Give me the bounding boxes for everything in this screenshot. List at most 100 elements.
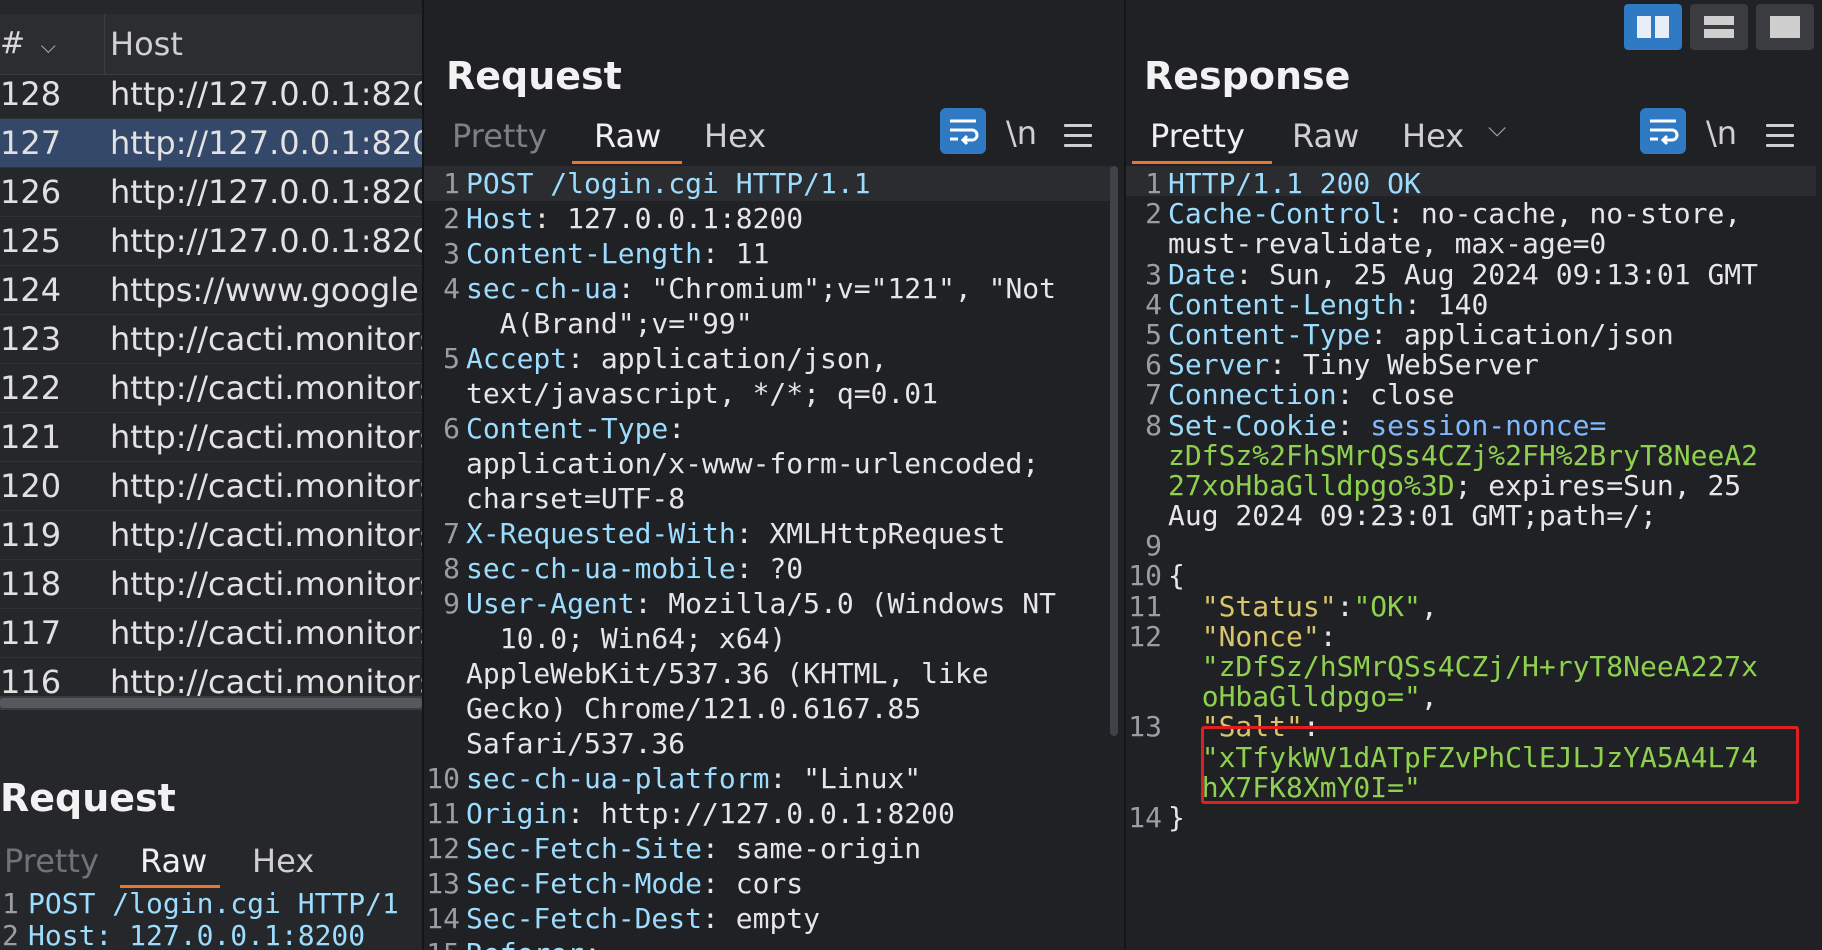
line-number: 14 [426,902,460,935]
number-column-header[interactable]: # ⌵ [0,14,105,74]
request-tab-pretty[interactable]: Pretty [452,110,547,162]
request-editor-scrollbar[interactable] [1110,166,1118,736]
line-text: Host: 127.0.0.1:8200 [28,919,366,950]
table-row[interactable]: 128 http://127.0.0.1:8200 [0,70,422,119]
table-row[interactable]: 122 http://cacti.monitors [0,364,422,413]
header-value: application/json, [584,342,888,375]
header-value: Mozilla/5.0 (Windows NT [651,587,1057,620]
table-row[interactable]: 121 http://cacti.monitors [0,413,422,462]
lower-tab-hex[interactable]: Hex [252,836,314,886]
table-row[interactable]: 119 http://cacti.monitors [0,511,422,560]
header-name: Host [466,202,534,235]
header-value: application/x-www-form-urlencoded; [466,447,1040,480]
colon: : [735,552,753,585]
code-token: HTTP/1.1 200 OK [1168,167,1421,200]
line-text: Sec-Fetch-Mode: cors [466,866,803,901]
word-wrap-icon[interactable] [1640,108,1686,154]
row-host: http://cacti.monitors [110,565,422,603]
code-line: 12 "Nonce": [1126,619,1816,653]
line-text: sec-ch-ua: "Chromium";v="121", "Not [466,271,1056,306]
line-number: 8 [443,552,460,585]
request-tab-raw[interactable]: Raw [594,110,661,162]
line-text: Sec-Fetch-Site: same-origin [466,831,921,866]
stacked-layout-icon[interactable] [1690,4,1748,50]
code-line: "zDfSz/hSMrQSs4CZj/H+ryT8NeeA227x [1126,649,1816,683]
lower-tab-pretty[interactable]: Pretty [4,836,99,886]
line-number: 15 [424,936,460,950]
table-row[interactable]: 127 http://127.0.0.1:8200 [0,119,422,168]
row-host: http://127.0.0.1:8200 [110,124,422,162]
colon: : [668,412,686,445]
response-tab-pretty[interactable]: Pretty [1150,110,1245,162]
code-line: Safari/537.36 [424,726,1114,761]
line-number: 10 [426,762,460,795]
line-text: Content-Length: 11 [466,236,769,271]
response-tab-hex[interactable]: Hex [1402,110,1464,162]
request-tab-hex[interactable]: Hex [704,110,766,162]
code-line: 27xoHbaGlldpgo%3D; expires=Sun, 25 [1126,468,1816,502]
table-row[interactable]: 117 http://cacti.monitors [0,609,422,658]
code-token: Cache-Control [1168,197,1388,231]
history-scrollbar[interactable] [0,696,422,710]
chevron-down-icon: ⌵ [40,34,56,58]
menu-icon[interactable] [1766,124,1794,154]
response-tabs: Pretty Raw Hex ⌵ \n [1126,108,1822,164]
colon: : [567,342,585,375]
table-row[interactable]: 118 http://cacti.monitors [0,560,422,609]
code-token: session-nonce= [1370,408,1607,442]
lower-tab-raw[interactable]: Raw [140,836,207,886]
row-host: http://cacti.monitors [110,467,422,505]
code-token: 27xoHbaGlldpgo%3D [1168,468,1455,502]
line-number: 4 [443,272,460,305]
chevron-down-icon[interactable]: ⌵ [1488,114,1506,142]
row-number: 126 [0,173,62,211]
lower-request-editor[interactable]: 1 POST /login.cgi HTTP/1 2 Host: 127.0.0.1:… [0,888,422,950]
colon: : [702,902,719,935]
line-number: 7 [443,517,460,550]
header-name: POST /login.cgi HTTP/1.1 [466,167,871,200]
code-line: oHbaGlldpgo=", [1126,679,1816,713]
header-value: "Linux" [786,762,922,795]
word-wrap-icon[interactable] [940,108,986,154]
menu-icon[interactable] [1064,124,1092,154]
table-row[interactable]: 124 https://www.google [0,266,422,315]
newline-toggle-icon[interactable]: \n [1706,114,1737,152]
line-number: 11 [426,797,460,830]
code-line: 4 Content-Length: 140 [1126,287,1816,321]
response-tab-underline [1132,161,1272,164]
colon: : [769,762,787,795]
row-number: 127 [0,124,62,162]
side-by-side-layout-icon[interactable] [1624,4,1682,50]
table-row[interactable]: 126 http://127.0.0.1:8200 [0,168,422,217]
newline-toggle-icon[interactable]: \n [1006,114,1037,152]
line-number: 9 [443,587,460,620]
code-line: 14 Sec-Fetch-Dest: empty [424,901,1114,936]
row-host: http://cacti.monitors [110,320,422,358]
row-number: 125 [0,222,62,260]
code-token: : close [1336,378,1455,412]
response-tab-raw[interactable]: Raw [1292,110,1359,162]
code-token: : [1336,589,1354,623]
code-line: 11 Origin: http://127.0.0.1:8200 [424,796,1114,831]
line-text: text/javascript, */*; q=0.01 [466,376,938,411]
code-line: Aug 2024 09:23:01 GMT;path=/; [1126,498,1816,532]
table-row[interactable]: 120 http://cacti.monitors [0,462,422,511]
single-pane-layout-icon[interactable] [1756,4,1814,50]
colon: : [634,587,652,620]
host-column-header[interactable]: Host [110,14,183,74]
row-number: 118 [0,565,62,603]
request-panel: Request Pretty Raw Hex \n 1 POST /login.c… [422,0,1124,950]
table-row[interactable]: 123 http://cacti.monitors [0,315,422,364]
line-text: POST /login.cgi HTTP/1.1 [466,166,871,201]
line-text: Content-Type: [466,411,685,446]
line-text: } [1168,800,1185,835]
code-line: application/x-www-form-urlencoded; [424,446,1114,481]
code-token: Content-Type [1168,317,1371,351]
code-token: "zDfSz/hSMrQSs4CZj/H+ryT8NeeA227x [1168,650,1759,683]
header-value: 127.0.0.1:8200 [550,202,804,235]
header-value: charset=UTF-8 [466,482,686,515]
line-text: sec-ch-ua-platform: "Linux" [466,761,921,796]
request-title: Request [446,54,622,98]
scrollbar-thumb[interactable] [0,698,422,708]
table-row[interactable]: 125 http://127.0.0.1:8200 [0,217,422,266]
